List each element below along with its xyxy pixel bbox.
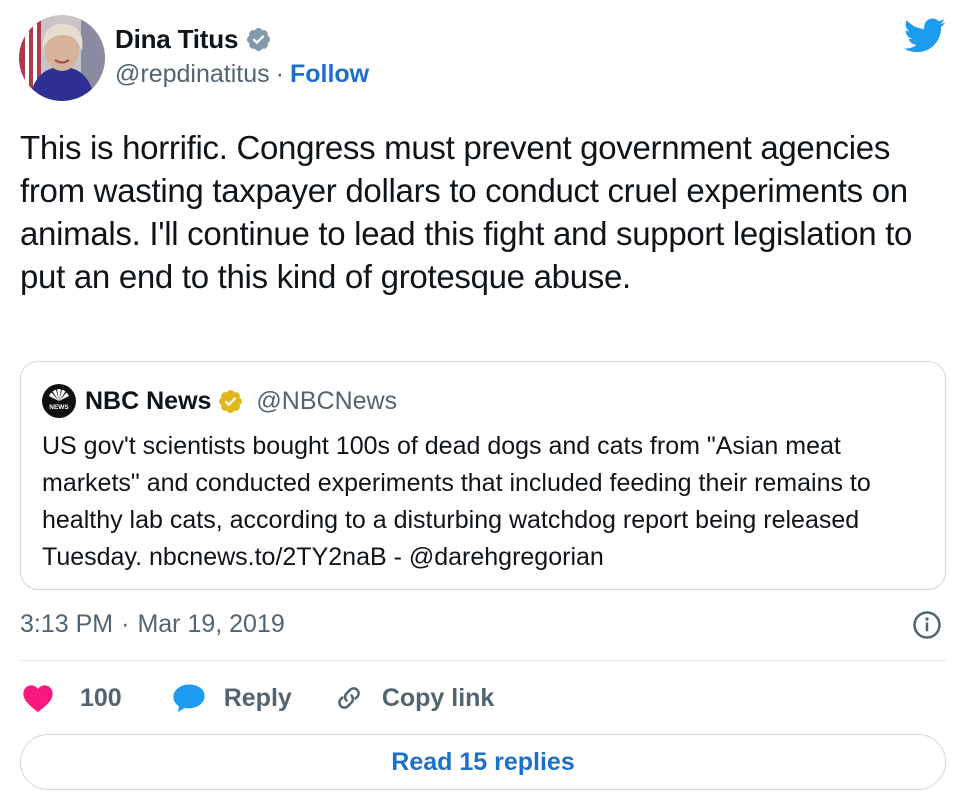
author-handle[interactable]: @repdinatitus	[115, 60, 270, 89]
read-replies-label: Read 15 replies	[391, 747, 575, 776]
heart-icon	[23, 685, 53, 713]
reply-label: Reply	[223, 683, 292, 712]
quoted-tweet-text: US gov't scientists bought 100s of dead …	[42, 432, 871, 571]
like-count: 100	[80, 683, 122, 712]
svg-text:NEWS: NEWS	[49, 404, 69, 411]
copy-link-label: Copy link	[381, 683, 495, 712]
avatar-photo	[19, 15, 105, 101]
read-replies-button[interactable]: Read 15 replies	[20, 734, 946, 790]
action-bar: 100 Reply Copy link	[22, 678, 494, 718]
tweet-date: Mar 19, 2019	[137, 610, 285, 638]
divider	[20, 660, 946, 661]
handle-separator: ·	[275, 60, 284, 88]
twitter-bird-icon[interactable]	[904, 18, 946, 54]
nbc-news-logo: NEWS	[42, 384, 76, 418]
verified-badge-icon	[247, 27, 271, 51]
verified-badge-icon	[219, 389, 243, 413]
tweet-time: 3:13 PM	[20, 610, 114, 638]
tweet-author: Dina Titus @repdinatitus · Follow	[115, 22, 369, 89]
reply-button[interactable]: Reply	[172, 682, 292, 714]
quoted-tweet[interactable]: NEWS NBC News @NBCNews US gov't scientis…	[20, 361, 946, 590]
author-name[interactable]: Dina Titus	[115, 24, 238, 55]
author-avatar[interactable]	[19, 15, 105, 101]
like-button[interactable]: 100	[22, 683, 122, 713]
tweet-text: This is horrific. Congress must prevent …	[20, 129, 913, 295]
follow-button[interactable]: Follow	[290, 60, 369, 89]
link-icon	[337, 687, 360, 709]
quoted-author-name: NBC News	[85, 386, 212, 415]
tweet-timestamp[interactable]: 3:13 PM · Mar 19, 2019	[20, 610, 285, 639]
quoted-author-handle: @NBCNews	[256, 386, 398, 415]
timestamp-separator: ·	[121, 610, 130, 638]
info-icon[interactable]	[912, 610, 942, 640]
speech-bubble-icon	[173, 684, 205, 713]
copy-link-button[interactable]: Copy link	[334, 683, 495, 713]
